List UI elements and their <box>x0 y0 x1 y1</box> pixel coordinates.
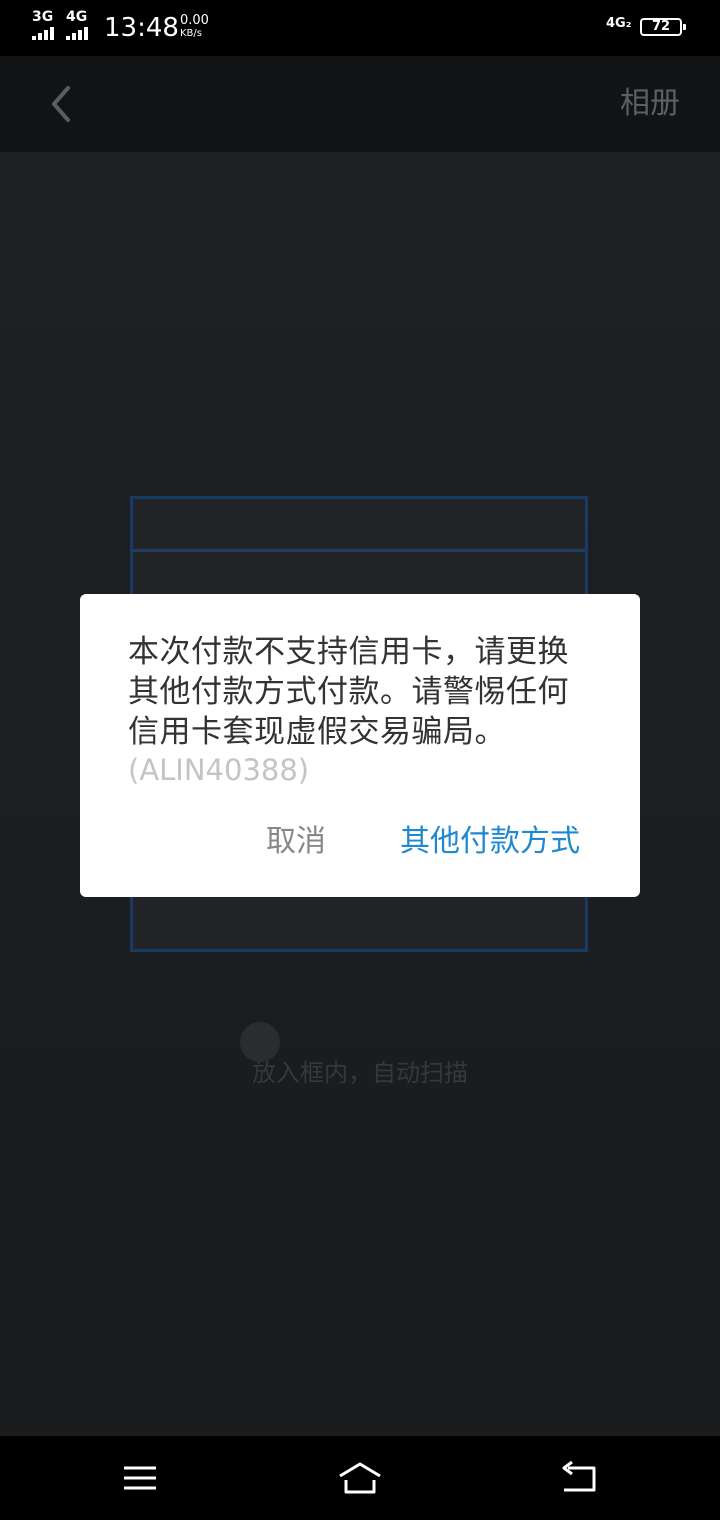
payment-alert-dialog: 本次付款不支持信用卡，请更换其他付款方式付款。请警惕任何信用卡套现虚假交易骗局。… <box>80 594 640 897</box>
dialog-message: 本次付款不支持信用卡，请更换其他付款方式付款。请警惕任何信用卡套现虚假交易骗局。 <box>128 634 569 750</box>
other-payment-button[interactable]: 其他付款方式 <box>400 822 580 862</box>
top-nav-bar: 相册 <box>0 56 720 152</box>
back-button[interactable] <box>36 76 92 132</box>
album-button[interactable]: 相册 <box>620 84 680 124</box>
system-back-button[interactable] <box>558 1458 602 1498</box>
scan-line <box>133 549 585 552</box>
home-icon <box>339 1462 381 1494</box>
chevron-left-icon <box>52 86 70 122</box>
status-time: 13:48 <box>104 13 179 43</box>
speed-value: 0.00 <box>180 13 209 28</box>
menu-icon <box>124 1466 156 1490</box>
signal-bars-icon <box>66 26 96 40</box>
system-nav-bar <box>0 1436 720 1520</box>
network-speed: 0.00 KB/s <box>180 13 209 39</box>
battery-level: 72 <box>651 19 671 34</box>
flashlight-icon[interactable] <box>240 1022 280 1062</box>
network-type-indicator: 4G₂ <box>606 16 632 31</box>
sim1-network-label: 3G <box>32 9 54 25</box>
dialog-error-code: (ALIN40388) <box>128 753 310 787</box>
return-icon <box>562 1460 596 1492</box>
battery-icon: 72 <box>640 18 686 36</box>
home-button[interactable] <box>336 1458 384 1498</box>
scan-hint-text: 放入框内，自动扫描 <box>252 1059 468 1087</box>
signal-bars-icon <box>32 26 62 40</box>
status-bar: 3G 4G 13:48 0.00 KB/s 4G₂ 72 <box>0 0 720 56</box>
speed-unit: KB/s <box>180 28 202 39</box>
sim2-network-label: 4G <box>66 9 88 25</box>
menu-button[interactable] <box>118 1458 162 1498</box>
cancel-button[interactable]: 取消 <box>266 822 326 862</box>
